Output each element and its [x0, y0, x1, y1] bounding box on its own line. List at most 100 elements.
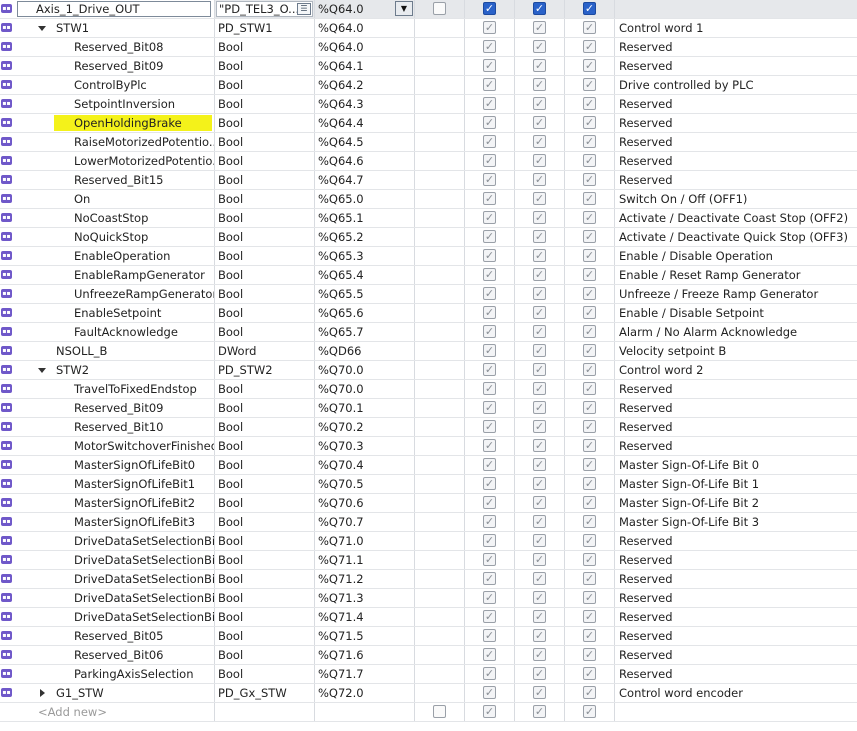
retain-cell[interactable]: ✓: [415, 0, 465, 18]
accessible-cell[interactable]: ✓: [465, 437, 515, 455]
table-row[interactable]: ▪▪ UnfreezeRampGenerator Bool %Q65.5 ✓ ✓ ✓ Unfr…: [0, 285, 857, 304]
checkbox-checked[interactable]: ✓: [483, 325, 496, 338]
comment-cell[interactable]: Reserved: [615, 570, 857, 588]
checkbox-checked[interactable]: ✓: [583, 59, 596, 72]
address-cell[interactable]: %Q65.7: [315, 323, 415, 341]
checkbox-checked[interactable]: ✓: [583, 230, 596, 243]
checkbox-checked[interactable]: ✓: [483, 268, 496, 281]
checkbox-checked[interactable]: ✓: [533, 2, 546, 15]
checkbox-checked[interactable]: ✓: [483, 59, 496, 72]
checkbox-checked[interactable]: ✓: [533, 344, 546, 357]
address-cell[interactable]: %Q64.7: [315, 171, 415, 189]
checkbox-checked[interactable]: ✓: [533, 306, 546, 319]
type-cell[interactable]: "PD_TEL3_O... ☰: [215, 0, 315, 18]
name-cell[interactable]: EnableRampGenerator: [14, 266, 215, 284]
name-cell[interactable]: EnableOperation: [14, 247, 215, 265]
type-cell[interactable]: Bool: [215, 399, 315, 417]
checkbox-checked[interactable]: ✓: [483, 534, 496, 547]
writable-cell[interactable]: ✓: [515, 589, 565, 607]
table-row[interactable]: ▪▪ SetpointInversion Bool %Q64.3 ✓ ✓ ✓ Reserved: [0, 95, 857, 114]
writable-cell[interactable]: ✓: [515, 266, 565, 284]
table-row[interactable]: ▪▪ ParkingAxisSelection Bool %Q71.7 ✓ ✓ ✓ Reser…: [0, 665, 857, 684]
visible-cell[interactable]: ✓: [565, 513, 615, 531]
checkbox-checked[interactable]: ✓: [483, 306, 496, 319]
type-cell[interactable]: PD_Gx_STW: [215, 684, 315, 702]
checkbox-checked[interactable]: ✓: [533, 21, 546, 34]
accessible-cell[interactable]: ✓: [465, 703, 515, 721]
accessible-cell[interactable]: ✓: [465, 494, 515, 512]
checkbox-checked[interactable]: ✓: [483, 344, 496, 357]
comment-cell[interactable]: Reserved: [615, 532, 857, 550]
address-cell[interactable]: %Q64.1: [315, 57, 415, 75]
accessible-cell[interactable]: ✓: [465, 627, 515, 645]
table-row[interactable]: ▪▪ Reserved_Bit10 Bool %Q70.2 ✓ ✓ ✓ Reserved: [0, 418, 857, 437]
comment-cell[interactable]: Reserved: [615, 665, 857, 683]
name-cell[interactable]: MasterSignOfLifeBit1: [14, 475, 215, 493]
checkbox-checked[interactable]: ✓: [533, 439, 546, 452]
comment-cell[interactable]: Activate / Deactivate Quick Stop (OFF3): [615, 228, 857, 246]
checkbox-checked[interactable]: ✓: [533, 382, 546, 395]
name-cell[interactable]: STW2: [14, 361, 215, 379]
writable-cell[interactable]: ✓: [515, 646, 565, 664]
checkbox-checked[interactable]: ✓: [583, 344, 596, 357]
table-row[interactable]: ▪▪ EnableSetpoint Bool %Q65.6 ✓ ✓ ✓ Enable / Di…: [0, 304, 857, 323]
checkbox-checked[interactable]: ✓: [533, 477, 546, 490]
name-cell[interactable]: Reserved_Bit15: [14, 171, 215, 189]
visible-cell[interactable]: ✓: [565, 399, 615, 417]
checkbox-checked[interactable]: ✓: [583, 401, 596, 414]
type-cell[interactable]: Bool: [215, 228, 315, 246]
table-row[interactable]: ▪▪ G1_STW PD_Gx_STW %Q72.0 ✓ ✓ ✓ Control word e…: [0, 684, 857, 703]
comment-cell[interactable]: [615, 0, 857, 18]
name-cell[interactable]: OpenHoldingBrake: [14, 114, 215, 132]
visible-cell[interactable]: ✓: [565, 133, 615, 151]
writable-cell[interactable]: ✓: [515, 532, 565, 550]
name-cell[interactable]: ParkingAxisSelection: [14, 665, 215, 683]
name-cell[interactable]: UnfreezeRampGenerator: [14, 285, 215, 303]
accessible-cell[interactable]: ✓: [465, 551, 515, 569]
comment-cell[interactable]: Unfreeze / Freeze Ramp Generator: [615, 285, 857, 303]
writable-cell[interactable]: ✓: [515, 228, 565, 246]
visible-cell[interactable]: ✓: [565, 19, 615, 37]
address-cell[interactable]: %Q64.3: [315, 95, 415, 113]
visible-cell[interactable]: ✓: [565, 285, 615, 303]
comment-cell[interactable]: Enable / Disable Operation: [615, 247, 857, 265]
checkbox-checked[interactable]: ✓: [583, 439, 596, 452]
name-cell[interactable]: MasterSignOfLifeBit0: [14, 456, 215, 474]
visible-cell[interactable]: ✓: [565, 589, 615, 607]
checkbox-checked[interactable]: ✓: [583, 287, 596, 300]
table-row[interactable]: ▪▪ MasterSignOfLifeBit3 Bool %Q70.7 ✓ ✓ ✓ Maste…: [0, 513, 857, 532]
name-cell[interactable]: MasterSignOfLifeBit2: [14, 494, 215, 512]
visible-cell[interactable]: ✓: [565, 247, 615, 265]
table-row[interactable]: ▪▪ Reserved_Bit05 Bool %Q71.5 ✓ ✓ ✓ Reserved: [0, 627, 857, 646]
address-cell[interactable]: %Q71.5: [315, 627, 415, 645]
type-cell[interactable]: Bool: [215, 665, 315, 683]
address-cell[interactable]: [315, 703, 415, 721]
writable-cell[interactable]: ✓: [515, 418, 565, 436]
checkbox-checked[interactable]: ✓: [583, 477, 596, 490]
checkbox-checked[interactable]: ✓: [483, 211, 496, 224]
checkbox-checked[interactable]: ✓: [483, 21, 496, 34]
checkbox-checked[interactable]: ✓: [483, 648, 496, 661]
visible-cell[interactable]: ✓: [565, 342, 615, 360]
address-cell[interactable]: %Q65.5: [315, 285, 415, 303]
name-cell[interactable]: SetpointInversion: [14, 95, 215, 113]
checkbox-checked[interactable]: ✓: [583, 610, 596, 623]
visible-cell[interactable]: ✓: [565, 304, 615, 322]
checkbox-checked[interactable]: ✓: [583, 420, 596, 433]
address-cell[interactable]: %Q65.3: [315, 247, 415, 265]
table-row[interactable]: ▪▪ LowerMotorizedPotentio... Bool %Q64.6 ✓ ✓ ✓…: [0, 152, 857, 171]
table-row[interactable]: ▪▪ STW2 PD_STW2 %Q70.0 ✓ ✓ ✓ Control word 2: [0, 361, 857, 380]
visible-cell[interactable]: ✓: [565, 228, 615, 246]
visible-cell[interactable]: ✓: [565, 361, 615, 379]
comment-cell[interactable]: Drive controlled by PLC: [615, 76, 857, 94]
writable-cell[interactable]: ✓: [515, 551, 565, 569]
checkbox-checked[interactable]: ✓: [583, 2, 596, 15]
checkbox-checked[interactable]: ✓: [533, 363, 546, 376]
table-row[interactable]: ▪▪ EnableRampGenerator Bool %Q65.4 ✓ ✓ ✓ Enable…: [0, 266, 857, 285]
visible-cell[interactable]: ✓: [565, 608, 615, 626]
type-cell[interactable]: Bool: [215, 418, 315, 436]
checkbox-checked[interactable]: ✓: [483, 686, 496, 699]
table-row[interactable]: ▪▪ STW1 PD_STW1 %Q64.0 ✓ ✓ ✓ Control word 1: [0, 19, 857, 38]
visible-cell[interactable]: ✓: [565, 570, 615, 588]
checkbox-checked[interactable]: ✓: [583, 591, 596, 604]
